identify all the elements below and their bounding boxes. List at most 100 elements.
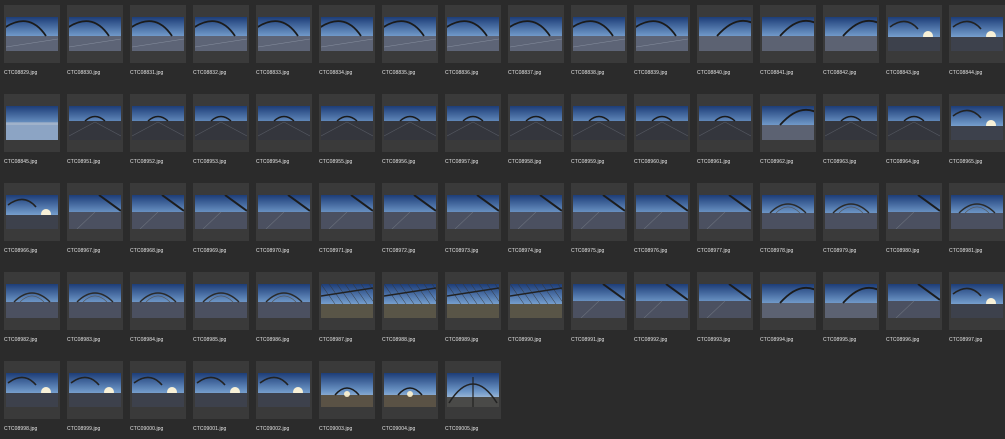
thumbnail-frame (130, 361, 186, 419)
filename-label: CTC08992.jpg (634, 337, 668, 343)
thumbnail-item[interactable]: CTC08831.jpg (128, 3, 188, 83)
thumbnail-item[interactable]: CTC08988.jpg (380, 270, 440, 350)
thumbnail-item[interactable]: CTC08845.jpg (2, 92, 62, 172)
thumbnail-item[interactable]: CTC08844.jpg (947, 3, 1005, 83)
thumbnail-item[interactable]: CTC08990.jpg (506, 270, 566, 350)
thumbnail-item[interactable]: CTC08991.jpg (569, 270, 629, 350)
thumbnail-item[interactable]: CTC08996.jpg (884, 270, 944, 350)
thumbnail-item[interactable]: CTC09003.jpg (317, 359, 377, 439)
thumbnail-item[interactable]: CTC08968.jpg (128, 181, 188, 261)
thumbnail-item[interactable]: CTC08975.jpg (569, 181, 629, 261)
thumbnail-item[interactable]: CTC08956.jpg (380, 92, 440, 172)
thumbnail-item[interactable]: CTC08997.jpg (947, 270, 1005, 350)
thumbnail-frame (445, 94, 501, 152)
thumbnail-item[interactable]: CTC08833.jpg (254, 3, 314, 83)
thumbnail-item[interactable]: CTC08839.jpg (632, 3, 692, 83)
thumbnail-item[interactable]: CTC08952.jpg (128, 92, 188, 172)
thumbnail-item[interactable]: CTC08967.jpg (65, 181, 125, 261)
thumbnail-item[interactable]: CTC08994.jpg (758, 270, 818, 350)
thumbnail-frame (130, 5, 186, 63)
filename-label: CTC08975.jpg (571, 248, 605, 254)
photo-thumbnail (384, 284, 436, 318)
thumbnail-item[interactable]: CTC08954.jpg (254, 92, 314, 172)
thumbnail-item[interactable]: CTC08974.jpg (506, 181, 566, 261)
thumbnail-item[interactable]: CTC08973.jpg (443, 181, 503, 261)
thumbnail-item[interactable]: CTC08986.jpg (254, 270, 314, 350)
thumbnail-item[interactable]: CTC08977.jpg (695, 181, 755, 261)
thumbnail-item[interactable]: CTC08829.jpg (2, 3, 62, 83)
thumbnail-item[interactable]: CTC08958.jpg (506, 92, 566, 172)
thumbnail-item[interactable]: CTC08989.jpg (443, 270, 503, 350)
thumbnail-item[interactable]: CTC08983.jpg (65, 270, 125, 350)
thumbnail-frame (193, 94, 249, 152)
thumbnail-item[interactable]: CTC08832.jpg (191, 3, 251, 83)
thumbnail-item[interactable]: CTC08970.jpg (254, 181, 314, 261)
filename-label: CTC08994.jpg (760, 337, 794, 343)
filename-label: CTC08832.jpg (193, 70, 227, 76)
thumbnail-item[interactable]: CTC08969.jpg (191, 181, 251, 261)
thumbnail-item[interactable]: CTC08993.jpg (695, 270, 755, 350)
thumbnail-item[interactable]: CTC08962.jpg (758, 92, 818, 172)
thumbnail-item[interactable]: CTC08979.jpg (821, 181, 881, 261)
photo-thumbnail (132, 195, 184, 229)
thumbnail-item[interactable]: CTC08985.jpg (191, 270, 251, 350)
thumbnail-item[interactable]: CTC08961.jpg (695, 92, 755, 172)
thumbnail-item[interactable]: CTC08976.jpg (632, 181, 692, 261)
thumbnail-item[interactable]: CTC08843.jpg (884, 3, 944, 83)
thumbnail-item[interactable]: CTC08966.jpg (2, 181, 62, 261)
thumbnail-item[interactable]: CTC08953.jpg (191, 92, 251, 172)
thumbnail-item[interactable]: CTC08840.jpg (695, 3, 755, 83)
thumbnail-frame (823, 94, 879, 152)
thumbnail-item[interactable]: CTC08837.jpg (506, 3, 566, 83)
thumbnail-item[interactable]: CTC08836.jpg (443, 3, 503, 83)
thumbnail-item[interactable]: CTC08830.jpg (65, 3, 125, 83)
thumbnail-item[interactable]: CTC08959.jpg (569, 92, 629, 172)
thumbnail-item[interactable]: CTC08999.jpg (65, 359, 125, 439)
thumbnail-frame (634, 272, 690, 330)
thumbnail-frame (319, 183, 375, 241)
thumbnail-item[interactable]: CTC08995.jpg (821, 270, 881, 350)
thumbnail-item[interactable]: CTC08978.jpg (758, 181, 818, 261)
thumbnail-item[interactable]: CTC08964.jpg (884, 92, 944, 172)
photo-thumbnail (573, 17, 625, 51)
thumbnail-item[interactable]: CTC08981.jpg (947, 181, 1005, 261)
thumbnail-item[interactable]: CTC08980.jpg (884, 181, 944, 261)
thumbnail-item[interactable]: CTC08987.jpg (317, 270, 377, 350)
photo-thumbnail (258, 106, 310, 140)
thumbnail-frame (67, 183, 123, 241)
photo-thumbnail (888, 195, 940, 229)
thumbnail-item[interactable]: CTC09005.jpg (443, 359, 503, 439)
thumbnail-item[interactable]: CTC09004.jpg (380, 359, 440, 439)
thumbnail-item[interactable]: CTC08842.jpg (821, 3, 881, 83)
thumbnail-item[interactable]: CTC08971.jpg (317, 181, 377, 261)
thumbnail-item[interactable]: CTC09002.jpg (254, 359, 314, 439)
thumbnail-item[interactable]: CTC08963.jpg (821, 92, 881, 172)
thumbnail-item[interactable]: CTC08834.jpg (317, 3, 377, 83)
filename-label: CTC08969.jpg (193, 248, 227, 254)
thumbnail-item[interactable]: CTC08838.jpg (569, 3, 629, 83)
thumbnail-item[interactable]: CTC08841.jpg (758, 3, 818, 83)
thumbnail-item[interactable]: CTC08982.jpg (2, 270, 62, 350)
filename-label: CTC08963.jpg (823, 159, 857, 165)
thumbnail-item[interactable]: CTC08992.jpg (632, 270, 692, 350)
thumbnail-frame (697, 183, 753, 241)
filename-label: CTC08957.jpg (445, 159, 479, 165)
thumbnail-item[interactable]: CTC08960.jpg (632, 92, 692, 172)
thumbnail-item[interactable]: CTC08984.jpg (128, 270, 188, 350)
thumbnail-item[interactable]: CTC08972.jpg (380, 181, 440, 261)
thumbnail-item[interactable]: CTC08957.jpg (443, 92, 503, 172)
photo-thumbnail (258, 373, 310, 407)
thumbnail-item[interactable]: CTC08835.jpg (380, 3, 440, 83)
thumbnail-item[interactable]: CTC09000.jpg (128, 359, 188, 439)
photo-thumbnail (69, 373, 121, 407)
thumbnail-item[interactable]: CTC08965.jpg (947, 92, 1005, 172)
thumbnail-frame (319, 5, 375, 63)
thumbnail-item[interactable]: CTC08955.jpg (317, 92, 377, 172)
thumbnail-item[interactable]: CTC09001.jpg (191, 359, 251, 439)
photo-thumbnail (573, 284, 625, 318)
thumbnail-item[interactable]: CTC08998.jpg (2, 359, 62, 439)
thumbnail-item[interactable]: CTC08951.jpg (65, 92, 125, 172)
thumbnail-frame (571, 94, 627, 152)
thumbnail-frame (823, 5, 879, 63)
filename-label: CTC08841.jpg (760, 70, 794, 76)
